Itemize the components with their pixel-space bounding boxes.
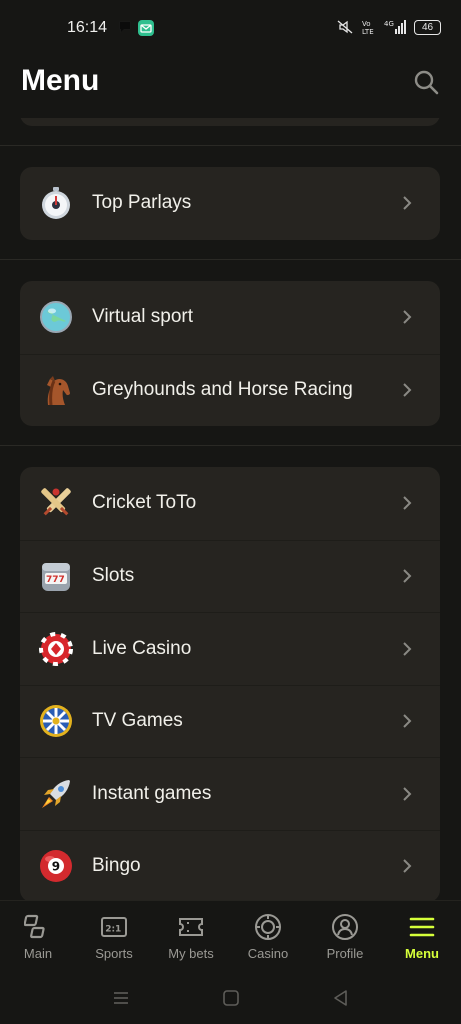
sports-icon: 2:1 xyxy=(101,917,127,937)
menu-item-label: TV Games xyxy=(92,710,183,732)
rocket-icon xyxy=(39,777,73,811)
home-icon[interactable] xyxy=(221,988,241,1008)
battery-indicator: 46 xyxy=(414,19,441,35)
menu-item-label: Bingo xyxy=(92,855,141,877)
system-navigation-bar xyxy=(0,972,461,1024)
svg-text:LTE: LTE xyxy=(362,28,374,35)
svg-text:2:1: 2:1 xyxy=(105,925,121,935)
mute-icon xyxy=(337,20,353,34)
nav-menu[interactable]: Menu xyxy=(387,913,457,969)
menu-item-tv-games[interactable]: TV Games xyxy=(20,684,440,758)
wheel-of-fortune-icon xyxy=(39,704,73,738)
menu-item-live-casino[interactable]: Live Casino xyxy=(20,612,440,685)
crossed-bats-icon xyxy=(39,486,73,520)
nav-label: Main xyxy=(23,946,53,961)
nav-label: My bets xyxy=(168,946,214,961)
page-title: Menu xyxy=(21,64,100,97)
svg-text:777: 777 xyxy=(46,575,65,585)
menu-item-label: Slots xyxy=(92,565,135,587)
previous-card-edge xyxy=(20,118,440,126)
status-bar: 16:14 Vo LTE 4G 46 xyxy=(0,0,461,58)
status-right-icons: Vo LTE 4G 46 xyxy=(336,19,441,35)
menu-item-instant-games[interactable]: Instant games xyxy=(20,757,440,830)
menu-item-bingo[interactable]: 9 Bingo xyxy=(20,829,440,901)
page-header: Menu xyxy=(0,58,461,118)
nav-casino[interactable]: Casino xyxy=(233,913,303,969)
menu-item-slots[interactable]: 777 Slots xyxy=(20,539,440,613)
menu-item-top-parlays[interactable]: Top Parlays xyxy=(20,167,440,240)
menu-item-virtual-sport[interactable]: Virtual sport xyxy=(20,281,440,354)
chat-bubble-icon xyxy=(119,21,131,34)
menu-item-greyhounds-horse-racing[interactable]: Greyhounds and Horse Racing xyxy=(20,353,440,427)
nav-sports[interactable]: 2:1 Sports xyxy=(79,913,149,969)
nav-label: Sports xyxy=(95,946,133,961)
svg-text:9: 9 xyxy=(52,860,60,874)
nav-label: Menu xyxy=(405,946,439,961)
status-time: 16:14 xyxy=(67,19,108,36)
main-icon xyxy=(24,914,45,939)
casino-chip-icon xyxy=(39,631,73,666)
menu-item-label: Top Parlays xyxy=(92,192,192,214)
casino-icon xyxy=(255,914,281,940)
menu-item-label: Virtual sport xyxy=(92,306,194,328)
menu-group-parlays: Top Parlays xyxy=(20,167,440,240)
chevron-right-icon xyxy=(403,310,412,324)
nav-my-bets[interactable]: My bets xyxy=(156,913,226,969)
chevron-right-icon xyxy=(403,569,412,583)
horse-head-icon xyxy=(39,373,73,407)
volte-icon: Vo LTE xyxy=(362,20,374,35)
globe-icon xyxy=(39,300,73,334)
chevron-right-icon xyxy=(403,196,412,210)
hamburger-icon xyxy=(409,917,435,937)
bingo-ball-icon: 9 xyxy=(39,849,73,883)
menu-item-label: Greyhounds and Horse Racing xyxy=(92,379,353,401)
section-divider xyxy=(0,259,461,260)
nav-label: Profile xyxy=(326,946,364,961)
menu-item-cricket-toto[interactable]: Cricket ToTo xyxy=(20,467,440,540)
recent-apps-icon[interactable] xyxy=(111,988,131,1008)
chevron-right-icon xyxy=(403,642,412,656)
chevron-right-icon xyxy=(403,787,412,801)
menu-list[interactable]: Top Parlays Virtual sport Greyhounds and… xyxy=(0,118,461,900)
status-notification-icons xyxy=(118,20,154,36)
section-divider xyxy=(0,445,461,446)
ticket-icon xyxy=(179,918,203,936)
chevron-right-icon xyxy=(403,496,412,510)
menu-item-label: Cricket ToTo xyxy=(92,492,197,514)
nav-main[interactable]: Main xyxy=(3,913,73,969)
signal-icon: 4G xyxy=(384,20,406,34)
menu-item-label: Live Casino xyxy=(92,637,192,659)
nav-label: Casino xyxy=(247,946,289,961)
back-icon[interactable] xyxy=(331,988,351,1008)
menu-group-games: Cricket ToTo 777 Slots Live Casino TV Ga… xyxy=(20,467,440,900)
section-divider xyxy=(0,145,461,146)
svg-text:Vo: Vo xyxy=(362,20,371,28)
profile-icon xyxy=(332,914,358,940)
menu-item-label: Instant games xyxy=(92,782,212,804)
svg-text:4G: 4G xyxy=(384,20,394,28)
search-icon[interactable] xyxy=(413,69,439,95)
mail-app-icon xyxy=(138,20,154,36)
stopwatch-icon xyxy=(39,186,73,220)
chevron-right-icon xyxy=(403,383,412,397)
chevron-right-icon xyxy=(403,714,412,728)
slot-machine-icon: 777 xyxy=(39,559,73,593)
bottom-navigation: Main 2:1 Sports My bets Casino Profile M… xyxy=(0,900,461,972)
chevron-right-icon xyxy=(403,859,412,873)
nav-profile[interactable]: Profile xyxy=(310,913,380,969)
menu-group-virtual: Virtual sport Greyhounds and Horse Racin… xyxy=(20,281,440,426)
